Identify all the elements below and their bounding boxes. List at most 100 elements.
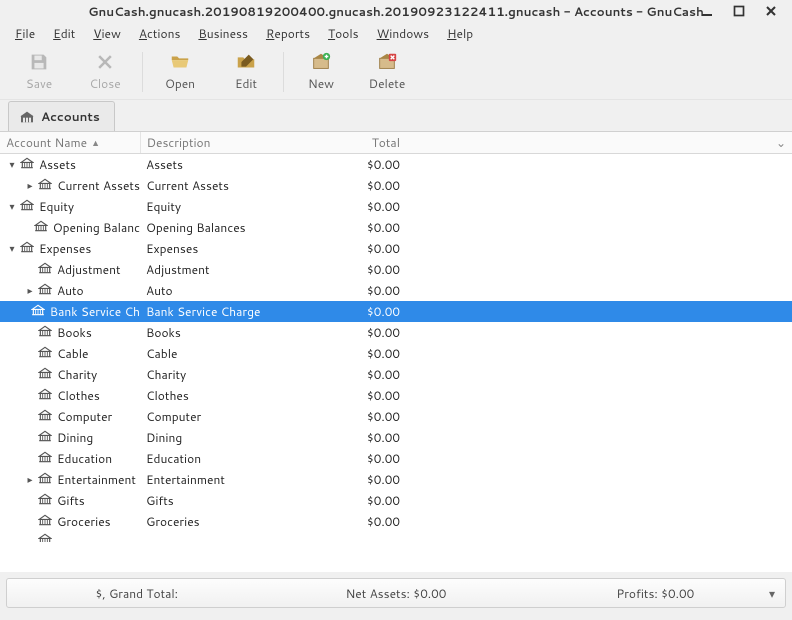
account-icon: [38, 492, 52, 510]
account-name: Auto: [57, 282, 84, 299]
table-row[interactable]: ClothesClothes$0.00: [0, 385, 792, 406]
table-row[interactable]: EducationEducation$0.00: [0, 448, 792, 469]
account-name-cell: Computer: [0, 408, 140, 426]
account-desc: Cable: [140, 345, 340, 362]
account-total: $0.00: [340, 471, 400, 488]
account-total: $0.00: [340, 429, 400, 446]
table-row[interactable]: ▸EntertainmentEntertainment$0.00: [0, 469, 792, 490]
table-row[interactable]: GiftsGifts$0.00: [0, 490, 792, 511]
expander-expanded-icon[interactable]: ▾: [6, 158, 18, 172]
close-tab-button[interactable]: Close: [72, 47, 138, 97]
menu-view[interactable]: View: [84, 22, 130, 45]
table-row[interactable]: ▾EquityEquity$0.00: [0, 196, 792, 217]
column-desc-label: Description: [147, 134, 211, 151]
column-total-header[interactable]: Total: [340, 134, 400, 151]
window-controls: [690, 0, 788, 22]
status-profits: Profits: $0.00: [526, 585, 785, 602]
table-row[interactable]: ComputerComputer$0.00: [0, 406, 792, 427]
table-row-partial: [0, 532, 792, 542]
table-row[interactable]: BooksBooks$0.00: [0, 322, 792, 343]
menu-business[interactable]: Business: [189, 22, 257, 45]
account-desc: Adjustment: [140, 261, 340, 278]
delete-button[interactable]: Delete: [354, 47, 420, 97]
account-icon: [38, 429, 52, 447]
account-desc: Computer: [140, 408, 340, 425]
column-name-header[interactable]: Account Name ▲: [0, 134, 140, 151]
account-name-cell: Charity: [0, 366, 140, 384]
account-name: Groceries: [57, 513, 111, 530]
account-name: Charity: [57, 366, 97, 383]
account-total: $0.00: [340, 156, 400, 173]
account-total: $0.00: [340, 303, 400, 320]
account-desc: Assets: [140, 156, 340, 173]
menu-windows[interactable]: Windows: [368, 22, 439, 45]
account-name: Clothes: [57, 387, 100, 404]
save-button[interactable]: Save: [6, 47, 72, 97]
account-total: $0.00: [340, 366, 400, 383]
account-name-cell: ▾Equity: [0, 198, 140, 216]
account-icon: [38, 177, 52, 195]
table-row[interactable]: CharityCharity$0.00: [0, 364, 792, 385]
expander-expanded-icon[interactable]: ▾: [6, 242, 18, 256]
table-row[interactable]: GroceriesGroceries$0.00: [0, 511, 792, 532]
new-button[interactable]: New: [288, 47, 354, 97]
account-total: $0.00: [340, 387, 400, 404]
status-dropdown-icon[interactable]: ▾: [769, 585, 775, 602]
account-name: Dining: [57, 429, 93, 446]
open-button[interactable]: Open: [147, 47, 213, 97]
table-row[interactable]: Bank Service ChargeBank Service Charge$0…: [0, 301, 792, 322]
account-desc: Gifts: [140, 492, 340, 509]
table-row[interactable]: ▸AutoAuto$0.00: [0, 280, 792, 301]
statusbar[interactable]: $, Grand Total: Net Assets: $0.00 Profit…: [6, 578, 786, 608]
expander-collapsed-icon[interactable]: ▸: [24, 473, 36, 487]
expander-collapsed-icon[interactable]: ▸: [24, 284, 36, 298]
tab-strip: Accounts: [0, 100, 792, 132]
account-name-cell: Books: [0, 324, 140, 342]
account-total: $0.00: [340, 240, 400, 257]
account-total: $0.00: [340, 492, 400, 509]
account-desc: Current Assets: [140, 177, 340, 194]
accounts-tree[interactable]: ▾AssetsAssets$0.00▸Current AssetsCurrent…: [0, 154, 792, 572]
table-row[interactable]: ▾AssetsAssets$0.00: [0, 154, 792, 175]
account-icon: [38, 261, 52, 279]
edit-icon: [235, 51, 257, 73]
menu-tools[interactable]: Tools: [319, 22, 368, 45]
table-row[interactable]: CableCable$0.00: [0, 343, 792, 364]
maximize-button[interactable]: [730, 2, 748, 20]
column-menu-button[interactable]: ⌄: [776, 134, 786, 151]
edit-button[interactable]: Edit: [213, 47, 279, 97]
tab-accounts[interactable]: Accounts: [8, 101, 115, 131]
expander-collapsed-icon[interactable]: ▸: [24, 179, 36, 193]
table-row[interactable]: DiningDining$0.00: [0, 427, 792, 448]
menu-help[interactable]: Help: [438, 22, 482, 45]
menu-actions[interactable]: Actions: [130, 22, 190, 45]
tab-label: Accounts: [41, 108, 100, 125]
account-name-cell: Groceries: [0, 513, 140, 531]
minimize-button[interactable]: [698, 2, 716, 20]
bottom-spacer: [0, 614, 792, 620]
column-name-label: Account Name: [6, 134, 87, 151]
table-row[interactable]: ▸Current AssetsCurrent Assets$0.00: [0, 175, 792, 196]
account-icon: [34, 219, 48, 237]
table-row[interactable]: ▾ExpensesExpenses$0.00: [0, 238, 792, 259]
account-desc: Dining: [140, 429, 340, 446]
toolbar-separator-2: [283, 52, 284, 92]
account-name-cell: Opening Balances: [0, 219, 140, 237]
account-desc: Auto: [140, 282, 340, 299]
column-desc-header[interactable]: Description: [141, 134, 340, 151]
account-name: Education: [57, 450, 112, 467]
menu-edit[interactable]: Edit: [44, 22, 84, 45]
table-row[interactable]: Opening BalancesOpening Balances$0.00: [0, 217, 792, 238]
account-name: Bank Service Charge: [50, 303, 140, 320]
menu-file[interactable]: File: [6, 22, 44, 45]
account-total: $0.00: [340, 450, 400, 467]
account-name-cell: Dining: [0, 429, 140, 447]
expander-expanded-icon[interactable]: ▾: [6, 200, 18, 214]
account-desc: Groceries: [140, 513, 340, 530]
account-name: Current Assets: [57, 177, 140, 194]
account-name-cell: Cable: [0, 345, 140, 363]
account-desc: Equity: [140, 198, 340, 215]
close-button[interactable]: [762, 2, 780, 20]
table-row[interactable]: AdjustmentAdjustment$0.00: [0, 259, 792, 280]
menu-reports[interactable]: Reports: [257, 22, 319, 45]
